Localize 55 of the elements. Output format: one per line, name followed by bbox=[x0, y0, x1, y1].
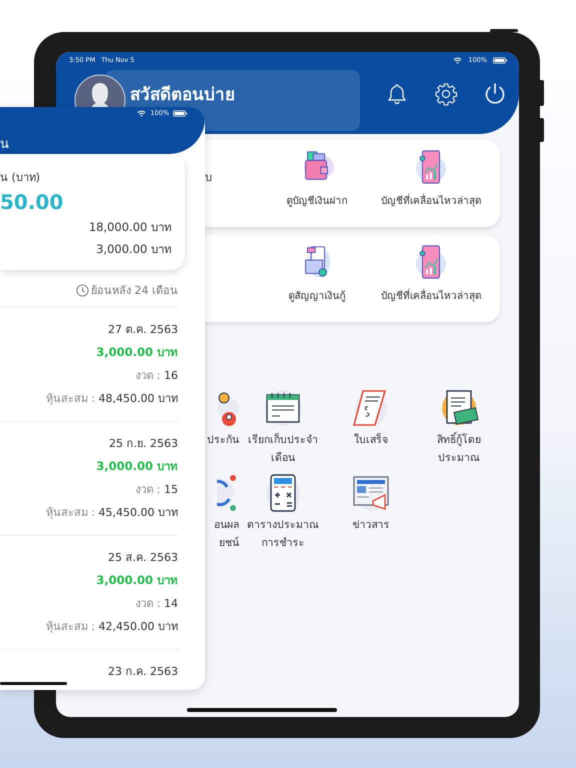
history-filter[interactable]: ย้อนหลัง 24 เดือน bbox=[91, 281, 178, 299]
battery-icon bbox=[493, 56, 507, 64]
entry-date: 25 ก.ย. 2563 bbox=[109, 436, 178, 452]
menu-label: ใบเสร็จ bbox=[354, 432, 388, 448]
entry-date: 27 ต.ค. 2563 bbox=[108, 322, 178, 338]
entry-amount: 3,000.00 บาท bbox=[96, 458, 178, 475]
wifi-icon bbox=[137, 110, 146, 116]
menu-label: ประกัน bbox=[207, 433, 239, 448]
menu-item[interactable]: ข่าวสาร bbox=[327, 473, 415, 552]
shortcut-label: ดูบัญชีเงินฝาก bbox=[286, 194, 348, 208]
shares-text: หุ้นสะสม : 42,450.00 บาท bbox=[46, 619, 178, 635]
document-money-icon bbox=[439, 388, 479, 428]
settings-icon[interactable] bbox=[434, 82, 458, 106]
menu-label: ข่าวสาร bbox=[352, 518, 390, 533]
wifi-icon bbox=[453, 56, 462, 64]
entry-amount: 3,000.00 บาท bbox=[96, 344, 178, 361]
entry-amount: 3,000.00 บาท bbox=[96, 572, 178, 589]
summary-amount: 3,000.00 บาท bbox=[96, 241, 172, 258]
power-icon[interactable] bbox=[483, 82, 507, 106]
shares-text: หุ้นสะสม : 48,450.00 บาท bbox=[46, 391, 178, 407]
account-shortcut[interactable]: ดูสัญญาเงินกู้ bbox=[260, 235, 374, 303]
menu-item[interactable]: ใบเสร็จ bbox=[327, 388, 415, 467]
account-shortcut[interactable]: บัญชีที่เคลื่อนไหวล่าสุด bbox=[374, 235, 488, 303]
shortcut-label: บัญชีที่เคลื่อนไหวล่าสุด bbox=[381, 288, 481, 303]
summary-amount: 18,000.00 บาท bbox=[88, 219, 172, 236]
account-shortcut[interactable]: บัญชีที่เคลื่อนไหวล่าสุด bbox=[374, 140, 488, 208]
installment-text: งวด : 14 bbox=[135, 596, 178, 612]
account-shortcut[interactable]: ดูบัญชีเงินฝาก bbox=[260, 140, 374, 208]
summary-total: 50.00 bbox=[0, 190, 64, 214]
entry-date: 25 ส.ค. 2563 bbox=[108, 550, 178, 566]
menu-label: อนผล ยชน์ bbox=[214, 518, 239, 551]
installment-text: งวด : 15 bbox=[135, 482, 178, 498]
menu-item[interactable]: สิทธิ์กู้โดย ประมาณ bbox=[415, 388, 503, 467]
menu-item[interactable]: อนผล ยชน์ bbox=[205, 473, 239, 552]
calculator-icon bbox=[263, 473, 303, 513]
screen-title: น bbox=[0, 136, 9, 154]
installment-text: งวด : 16 bbox=[135, 368, 178, 384]
summary-label: น (บาท) bbox=[0, 170, 40, 186]
menu-label: สิทธิ์กู้โดย ประมาณ bbox=[437, 431, 481, 467]
card-title: บ bbox=[205, 170, 212, 186]
calendar-icon bbox=[263, 388, 303, 428]
entry-date: 23 ก.ค. 2563 bbox=[108, 664, 178, 680]
clock-icon[interactable] bbox=[76, 284, 89, 296]
menu-label: เรียกเก็บประจำ เดือน bbox=[248, 432, 318, 466]
shortcut-label: บัญชีที่เคลื่อนไหวล่าสุด bbox=[381, 193, 481, 208]
greeting-text: สวัสดีตอนบ่าย bbox=[130, 84, 235, 107]
menu-label: ตารางประมาณ การชำระ bbox=[247, 518, 319, 551]
shares-text: หุ้นสะสม : 45,450.00 บาท bbox=[46, 505, 178, 521]
menu-item[interactable]: ประกัน bbox=[205, 388, 239, 467]
menu-item[interactable]: ตารางประมาณ การชำระ bbox=[239, 473, 327, 552]
battery-icon bbox=[173, 110, 187, 116]
notification-bell-icon[interactable] bbox=[385, 82, 409, 106]
home-indicator bbox=[0, 682, 67, 685]
menu-item[interactable]: เรียกเก็บประจำ เดือน bbox=[239, 388, 327, 467]
shortcut-label: ดูสัญญาเงินกู้ bbox=[288, 290, 346, 303]
